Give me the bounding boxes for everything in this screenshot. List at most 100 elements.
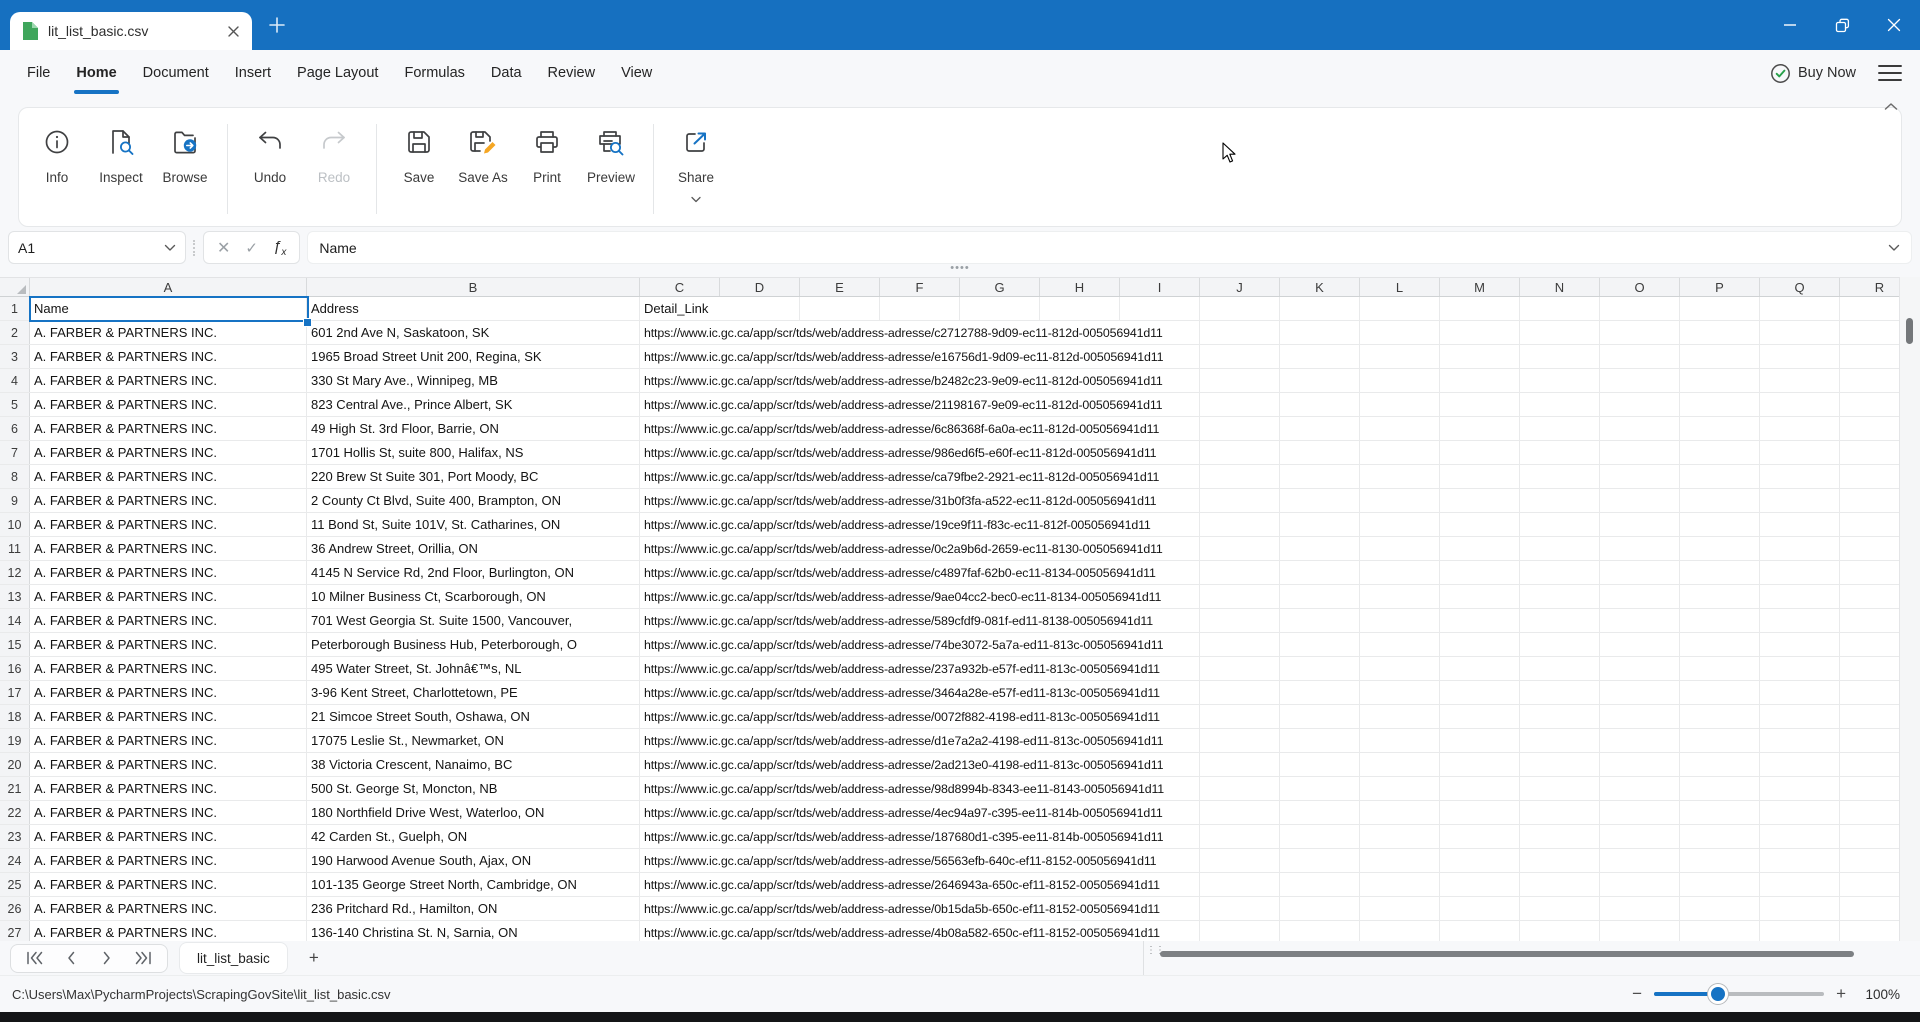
cell-A26[interactable]: A. FARBER & PARTNERS INC. xyxy=(30,897,307,920)
cell-C27[interactable]: https://www.ic.gc.ca/app/scr/tds/web/add… xyxy=(640,921,1200,941)
cell-empty[interactable] xyxy=(1440,633,1520,656)
cell-empty[interactable] xyxy=(1200,657,1280,680)
cell-empty[interactable] xyxy=(1840,633,1899,656)
cell-C23[interactable]: https://www.ic.gc.ca/app/scr/tds/web/add… xyxy=(640,825,1200,848)
cell-empty[interactable] xyxy=(1600,921,1680,941)
cell-empty[interactable] xyxy=(1280,705,1360,728)
cell-empty[interactable] xyxy=(1600,561,1680,584)
cell-B12[interactable]: 4145 N Service Rd, 2nd Floor, Burlington… xyxy=(307,561,640,584)
cell-empty[interactable] xyxy=(1680,897,1760,920)
cell-empty[interactable] xyxy=(1520,393,1600,416)
cell-empty[interactable] xyxy=(1680,681,1760,704)
cell-empty[interactable] xyxy=(1440,801,1520,824)
cell-empty[interactable] xyxy=(1360,633,1440,656)
cell-empty[interactable] xyxy=(1840,321,1899,344)
cell-empty[interactable] xyxy=(1760,633,1840,656)
cell-empty[interactable] xyxy=(1600,633,1680,656)
cell-empty[interactable] xyxy=(1520,657,1600,680)
row-header-17[interactable]: 17 xyxy=(0,681,30,704)
cell-empty[interactable] xyxy=(1200,753,1280,776)
cell-C13[interactable]: https://www.ic.gc.ca/app/scr/tds/web/add… xyxy=(640,585,1200,608)
cell-empty[interactable] xyxy=(1360,513,1440,536)
cell-empty[interactable] xyxy=(1680,777,1760,800)
row-header-2[interactable]: 2 xyxy=(0,321,30,344)
cell-empty[interactable] xyxy=(1600,681,1680,704)
column-header-I[interactable]: I xyxy=(1120,278,1200,296)
cell-empty[interactable] xyxy=(1520,729,1600,752)
cell-empty[interactable] xyxy=(1760,825,1840,848)
row-header-4[interactable]: 4 xyxy=(0,369,30,392)
cell-empty[interactable] xyxy=(1760,537,1840,560)
cell-A24[interactable]: A. FARBER & PARTNERS INC. xyxy=(30,849,307,872)
cell-empty[interactable] xyxy=(1440,705,1520,728)
cell-empty[interactable] xyxy=(1440,729,1520,752)
cell-empty[interactable] xyxy=(1520,417,1600,440)
row-header-9[interactable]: 9 xyxy=(0,489,30,512)
cell-empty[interactable] xyxy=(1520,321,1600,344)
cell-empty[interactable] xyxy=(1280,393,1360,416)
cell-empty[interactable] xyxy=(1760,657,1840,680)
row-header-5[interactable]: 5 xyxy=(0,393,30,416)
row-header-23[interactable]: 23 xyxy=(0,825,30,848)
column-header-K[interactable]: K xyxy=(1280,278,1360,296)
cell-empty[interactable] xyxy=(1200,297,1280,320)
cell-empty[interactable] xyxy=(1840,489,1899,512)
cell-C26[interactable]: https://www.ic.gc.ca/app/scr/tds/web/add… xyxy=(640,897,1200,920)
cell-empty[interactable] xyxy=(1200,345,1280,368)
cell-empty[interactable] xyxy=(1680,633,1760,656)
cell-empty[interactable] xyxy=(1200,729,1280,752)
cell-A9[interactable]: A. FARBER & PARTNERS INC. xyxy=(30,489,307,512)
buy-now-button[interactable]: Buy Now xyxy=(1770,63,1856,84)
cell-B23[interactable]: 42 Carden St., Guelph, ON xyxy=(307,825,640,848)
cell-empty[interactable] xyxy=(1440,537,1520,560)
cell-A2[interactable]: A. FARBER & PARTNERS INC. xyxy=(30,321,307,344)
cell-empty[interactable] xyxy=(1360,441,1440,464)
cell-A25[interactable]: A. FARBER & PARTNERS INC. xyxy=(30,873,307,896)
cell-empty[interactable] xyxy=(1280,849,1360,872)
row-header-27[interactable]: 27 xyxy=(0,921,30,941)
cell-empty[interactable] xyxy=(1280,465,1360,488)
cell-empty[interactable] xyxy=(1760,729,1840,752)
row-header-21[interactable]: 21 xyxy=(0,777,30,800)
cell-empty[interactable] xyxy=(1520,825,1600,848)
cell-empty[interactable] xyxy=(1760,489,1840,512)
cell-A18[interactable]: A. FARBER & PARTNERS INC. xyxy=(30,705,307,728)
cell-empty[interactable] xyxy=(1760,921,1840,941)
zoom-slider[interactable] xyxy=(1654,984,1825,1004)
cell-empty[interactable] xyxy=(1280,633,1360,656)
cell-empty[interactable] xyxy=(1520,465,1600,488)
cell-B26[interactable]: 236 Pritchard Rd., Hamilton, ON xyxy=(307,897,640,920)
cell-empty[interactable] xyxy=(1840,921,1899,941)
cell-empty[interactable] xyxy=(1600,393,1680,416)
cell-empty[interactable] xyxy=(1600,369,1680,392)
cell-C1[interactable]: Detail_Link xyxy=(640,297,800,320)
cell-empty[interactable] xyxy=(1280,417,1360,440)
cell-empty[interactable] xyxy=(1520,873,1600,896)
cell-empty[interactable] xyxy=(1280,897,1360,920)
cell-empty[interactable] xyxy=(1200,681,1280,704)
cell-C21[interactable]: https://www.ic.gc.ca/app/scr/tds/web/add… xyxy=(640,777,1200,800)
next-sheet-icon[interactable] xyxy=(89,945,125,972)
print-button[interactable]: Print xyxy=(515,118,579,185)
row-header-19[interactable]: 19 xyxy=(0,729,30,752)
cell-C5[interactable]: https://www.ic.gc.ca/app/scr/tds/web/add… xyxy=(640,393,1200,416)
cell-empty[interactable] xyxy=(1680,441,1760,464)
cell-B24[interactable]: 190 Harwood Avenue South, Ajax, ON xyxy=(307,849,640,872)
column-header-R[interactable]: R xyxy=(1840,278,1899,296)
cell-C9[interactable]: https://www.ic.gc.ca/app/scr/tds/web/add… xyxy=(640,489,1200,512)
cell-empty[interactable] xyxy=(1680,609,1760,632)
cell-empty[interactable] xyxy=(1840,465,1899,488)
cell-empty[interactable] xyxy=(1520,297,1600,320)
formula-input[interactable]: Name xyxy=(307,231,1912,264)
cell-empty[interactable] xyxy=(1520,609,1600,632)
cell-B1[interactable]: Address xyxy=(307,297,640,320)
cell-empty[interactable] xyxy=(1040,297,1120,320)
cell-empty[interactable] xyxy=(1600,753,1680,776)
cell-empty[interactable] xyxy=(1360,369,1440,392)
cell-empty[interactable] xyxy=(1840,825,1899,848)
cell-empty[interactable] xyxy=(1520,897,1600,920)
cell-empty[interactable] xyxy=(1680,729,1760,752)
cell-B7[interactable]: 1701 Hollis St, suite 800, Halifax, NS xyxy=(307,441,640,464)
undo-button[interactable]: Undo xyxy=(238,118,302,185)
row-header-11[interactable]: 11 xyxy=(0,537,30,560)
